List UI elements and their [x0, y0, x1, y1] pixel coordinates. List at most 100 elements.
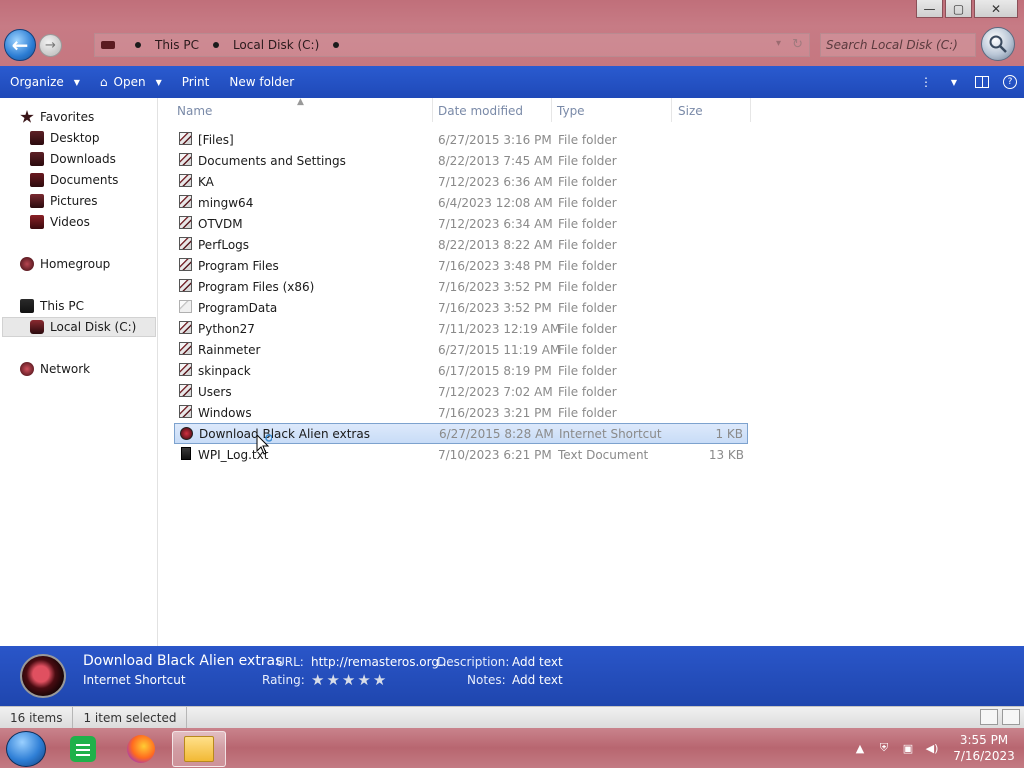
file-date: 7/16/2023 3:52 PM	[438, 300, 552, 315]
nav-documents[interactable]: Documents	[30, 170, 118, 190]
organize-label: Organize	[10, 75, 64, 89]
star-icon[interactable]: ★	[311, 671, 324, 689]
file-type: File folder	[558, 384, 617, 399]
file-row[interactable]: Program Files (x86) 7/16/2023 3:52 PM Fi…	[174, 276, 748, 297]
address-bar[interactable]: This PC Local Disk (C:) ▾ ↻	[94, 33, 810, 57]
url-value[interactable]: http://remasteros.org...	[311, 655, 450, 669]
column-divider[interactable]	[750, 98, 751, 122]
file-row[interactable]: [Files] 6/27/2015 3:16 PM File folder	[174, 129, 748, 150]
taskbar-notes-app[interactable]	[58, 731, 108, 767]
file-type: File folder	[558, 405, 617, 420]
column-header-name[interactable]: Name	[177, 98, 212, 124]
nav-desktop[interactable]: Desktop	[30, 128, 100, 148]
taskbar-file-explorer[interactable]	[172, 731, 226, 767]
refresh-icon[interactable]: ↻	[792, 37, 803, 52]
sort-ascending-icon: ▲	[297, 97, 304, 107]
address-dropdown-icon[interactable]: ▾	[776, 38, 781, 49]
file-size: 13 KB	[708, 447, 744, 462]
tray-expand-icon[interactable]: ▲	[851, 742, 869, 755]
maximize-button[interactable]: ▢	[945, 0, 972, 18]
notes-value[interactable]: Add text	[512, 673, 563, 687]
column-header-date[interactable]: Date modified	[438, 98, 523, 124]
column-divider[interactable]	[551, 98, 552, 122]
nav-videos[interactable]: Videos	[30, 212, 90, 232]
search-button[interactable]	[981, 27, 1015, 61]
file-row[interactable]: Python27 7/11/2023 12:19 AM File folder	[174, 318, 748, 339]
window-controls: — ▢ ✕	[916, 0, 1018, 18]
breadcrumb-separator-icon[interactable]	[333, 42, 340, 48]
chevron-down-icon[interactable]: ▼	[940, 66, 968, 98]
nav-downloads[interactable]: Downloads	[30, 149, 116, 169]
start-button[interactable]	[6, 731, 46, 767]
nav-homegroup[interactable]: Homegroup	[20, 254, 110, 274]
shield-icon[interactable]: ⛨	[875, 741, 893, 755]
close-button[interactable]: ✕	[974, 0, 1018, 18]
nav-pictures[interactable]: Pictures	[30, 191, 98, 211]
breadcrumb-separator-icon[interactable]	[135, 42, 141, 48]
open-label: Open	[113, 75, 146, 89]
star-icon[interactable]: ★	[373, 671, 386, 689]
notes-icon	[70, 736, 96, 762]
back-button[interactable]: ←	[4, 29, 36, 61]
file-row[interactable]: Users 7/12/2023 7:02 AM File folder	[174, 381, 748, 402]
arrow-left-icon: ←	[11, 33, 29, 57]
large-icons-view-button[interactable]	[1002, 709, 1020, 725]
folder-icon	[179, 237, 192, 250]
preview-pane-button[interactable]	[968, 66, 996, 98]
internet-shortcut-icon	[20, 654, 66, 698]
column-header-type[interactable]: Type	[557, 98, 585, 124]
help-button[interactable]: ?	[996, 66, 1024, 98]
clock[interactable]: 3:55 PM 7/16/2023	[944, 732, 1024, 764]
minimize-button[interactable]: —	[916, 0, 943, 18]
breadcrumb-this-pc[interactable]: This PC	[155, 38, 199, 52]
nav-network[interactable]: Network	[20, 359, 90, 379]
column-divider[interactable]	[432, 98, 433, 122]
file-row[interactable]: Program Files 7/16/2023 3:48 PM File fol…	[174, 255, 748, 276]
file-type: File folder	[558, 174, 617, 189]
forward-button[interactable]: →	[39, 34, 62, 57]
file-row[interactable]: PerfLogs 8/22/2013 8:22 AM File folder	[174, 234, 748, 255]
new-folder-button[interactable]: New folder	[219, 66, 304, 98]
file-row[interactable]: KA 7/12/2023 6:36 AM File folder	[174, 171, 748, 192]
system-tray: ▲ ⛨ ▣ ◀) 3:55 PM 7/16/2023	[848, 728, 1024, 768]
print-button[interactable]: Print	[172, 66, 220, 98]
network-icon[interactable]: ▣	[899, 742, 917, 755]
volume-icon[interactable]: ◀)	[923, 742, 941, 755]
file-row[interactable]: ProgramData 7/16/2023 3:52 PM File folde…	[174, 297, 748, 318]
file-row[interactable]: Windows 7/16/2023 3:21 PM File folder	[174, 402, 748, 423]
firefox-icon	[127, 735, 155, 763]
rating-stars[interactable]: ★ ★ ★ ★ ★	[311, 671, 386, 689]
nav-label: This PC	[40, 299, 84, 313]
star-icon[interactable]: ★	[357, 671, 370, 689]
arrow-right-icon: →	[45, 38, 56, 53]
details-view-button[interactable]	[980, 709, 998, 725]
internet-shortcut-icon	[180, 427, 193, 440]
breadcrumb-local-disk[interactable]: Local Disk (C:)	[233, 38, 319, 52]
breadcrumb-separator-icon[interactable]	[212, 42, 219, 48]
computer-icon	[20, 299, 34, 313]
file-row[interactable]: OTVDM 7/12/2023 6:34 AM File folder	[174, 213, 748, 234]
column-divider[interactable]	[671, 98, 672, 122]
taskbar-firefox[interactable]	[116, 731, 166, 767]
organize-button[interactable]: Organize ▼	[0, 66, 90, 98]
description-value[interactable]: Add text	[512, 655, 563, 669]
search-input[interactable]: Search Local Disk (C:)	[820, 33, 976, 57]
file-row[interactable]: mingw64 6/4/2023 12:08 AM File folder	[174, 192, 748, 213]
folder-icon	[179, 300, 192, 313]
file-date: 7/12/2023 6:36 AM	[438, 174, 553, 189]
open-button[interactable]: ⌂ Open ▼	[90, 66, 172, 98]
view-options-icon[interactable]: ⋮	[912, 66, 940, 98]
nav-favorites[interactable]: Favorites	[20, 107, 94, 127]
star-icon[interactable]: ★	[342, 671, 355, 689]
description-label: Description:	[437, 655, 510, 669]
nav-this-pc[interactable]: This PC	[20, 296, 84, 316]
file-row[interactable]: skinpack 6/17/2015 8:19 PM File folder	[174, 360, 748, 381]
file-row[interactable]: Documents and Settings 8/22/2013 7:45 AM…	[174, 150, 748, 171]
nav-label: Local Disk (C:)	[50, 320, 137, 334]
nav-label: Videos	[50, 215, 90, 229]
file-date: 7/12/2023 7:02 AM	[438, 384, 553, 399]
column-header-size[interactable]: Size	[678, 98, 703, 124]
star-icon[interactable]: ★	[326, 671, 339, 689]
file-row[interactable]: Rainmeter 6/27/2015 11:19 AM File folder	[174, 339, 748, 360]
nav-local-disk[interactable]: Local Disk (C:)	[30, 317, 136, 337]
